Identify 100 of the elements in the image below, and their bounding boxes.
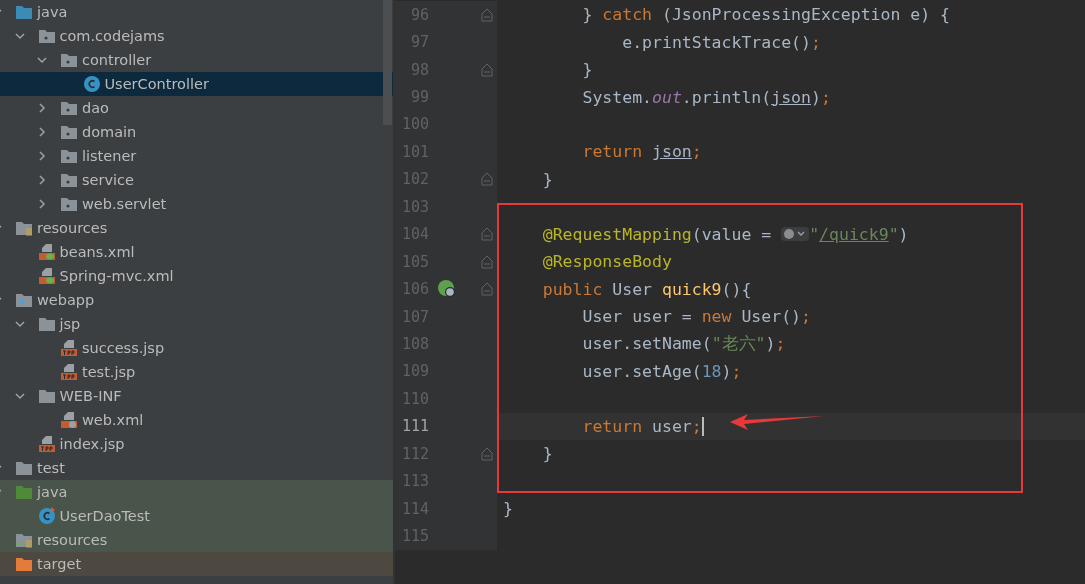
fold-icon[interactable] [481,227,493,242]
chevron-right-icon[interactable] [36,174,48,186]
class-icon [37,507,56,525]
chevron-right-icon[interactable] [36,150,48,162]
fold-icon[interactable] [481,446,493,461]
code-line: @RequestMapping(value = "/quick9") [541,224,909,244]
tree-item[interactable]: listener [0,144,393,168]
tree-item[interactable]: test [0,456,393,480]
tree-item[interactable]: domain [0,120,393,144]
tree-item-label: service [82,172,134,188]
tree-item[interactable]: UserController [0,72,393,96]
text-caret [701,416,704,436]
package-icon [60,172,78,188]
tree-item[interactable]: webapp [0,288,393,312]
tree-item-label: index.jsp [59,436,125,452]
folder-icon [15,484,33,500]
fold-icon[interactable] [481,282,493,297]
fold-icon[interactable] [481,62,493,77]
spring-xml-file-icon [37,267,56,285]
tree-item[interactable]: com.codejams [0,24,393,48]
folder-icon [37,316,56,332]
folder-icon [15,4,33,20]
tree-item[interactable]: test.jsp [0,360,393,384]
tree-item-label: controller [82,52,152,68]
code-line: } [541,169,553,189]
code-line: } catch (JsonProcessingException e) { [581,5,951,25]
package-icon [37,28,56,44]
chevron-down-icon[interactable] [13,390,26,402]
chevron-down-icon[interactable] [13,318,26,330]
resources-folder-icon [15,532,33,548]
chevron-down-icon[interactable] [36,54,48,66]
tree-item[interactable]: target [0,552,393,576]
xml-file-icon [60,411,78,429]
tree-item[interactable]: WEB-INF [0,384,393,408]
package-icon [60,196,78,212]
tree-item-label: web.servlet [82,196,167,212]
fold-icon[interactable] [481,254,493,269]
folder-icon [15,556,33,572]
tree-item[interactable]: java [0,0,393,24]
tree-item-label: java [37,4,68,20]
tree-item-label: success.jsp [82,340,165,356]
code-line: return json; [581,142,702,162]
tree-item-label: java [37,484,68,500]
code-line: } [581,60,593,80]
tree-item-label: resources [37,220,108,236]
tree-item-label: dao [82,100,109,116]
class-icon [82,75,101,93]
scrollbar[interactable] [383,0,392,125]
tree-item[interactable]: beans.xml [0,240,393,264]
tree-item[interactable]: web.xml [0,408,393,432]
tree-item-label: jsp [59,316,81,332]
tree-item-label: webapp [37,292,95,308]
tree-item[interactable]: jsp [0,312,393,336]
folder-icon [15,460,33,476]
chevron-right-icon[interactable] [36,126,48,138]
tree-item[interactable]: service [0,168,393,192]
package-icon [60,100,78,116]
web-folder-icon [15,292,33,308]
spring-xml-file-icon [37,243,56,261]
tree-item-label: target [37,556,82,572]
jsp-file-icon [60,339,78,357]
tree-item[interactable]: resources [0,528,393,552]
tree-item-label: UserController [104,76,209,92]
jsp-file-icon [60,363,78,381]
web-endpoint-icon[interactable] [437,279,457,300]
code-line: e.printStackTrace(); [621,32,821,52]
tree-item[interactable]: UserDaoTest [0,504,393,528]
tree-item[interactable]: web.servlet [0,192,393,216]
tree-item-label: domain [82,124,137,140]
code-line: user.setAge(18); [581,361,742,381]
tree-item-label: test.jsp [82,364,136,380]
chevron-right-icon[interactable] [36,198,48,210]
tree-item-label: Spring-mvc.xml [59,268,174,284]
code-line: } [503,499,513,519]
fold-icon[interactable] [481,172,493,187]
globe-dropdown-icon[interactable] [781,226,810,243]
tree-item[interactable]: dao [0,96,393,120]
chevron-down-icon[interactable] [13,30,26,42]
tree-item[interactable]: Spring-mvc.xml [0,264,393,288]
code-line: } [541,444,553,464]
fold-icon[interactable] [481,7,493,22]
tree-item[interactable]: resources [0,216,393,240]
tree-item-label: listener [82,148,137,164]
code-line: user.setName("老六"); [581,332,786,355]
tree-item[interactable]: index.jsp [0,432,393,456]
tree-item[interactable]: java [0,480,393,504]
code-line: return user; [581,416,704,436]
tree-item-label: test [37,460,65,476]
tree-item[interactable]: controller [0,48,393,72]
package-icon [60,124,78,140]
folder-icon [37,388,56,404]
code-line: public User quick9(){ [541,279,752,299]
resources-folder-icon [15,220,33,236]
tree-item-label: web.xml [82,412,144,428]
tree-item-label: UserDaoTest [59,508,151,524]
tree-item[interactable]: success.jsp [0,336,393,360]
package-icon [60,52,78,68]
chevron-right-icon[interactable] [36,102,48,114]
code-line: User user = new User(); [581,307,811,327]
jsp-file-icon [37,435,56,453]
